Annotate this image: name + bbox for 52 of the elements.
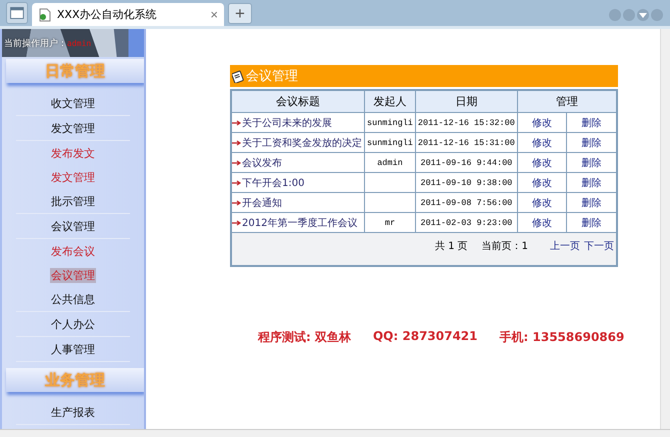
new-tab-button[interactable]: + xyxy=(228,3,252,24)
date-text: 2011-09-16 9:44:00 xyxy=(420,158,512,168)
user-label: 当前操作用户： xyxy=(4,38,67,50)
menu-item[interactable]: 会议管理 xyxy=(50,218,96,234)
arrow-icon xyxy=(232,160,242,166)
date-text: 2011-02-03 9:23:00 xyxy=(420,218,512,228)
meeting-title-link[interactable]: 开会通知 xyxy=(242,198,282,208)
arrow-icon xyxy=(232,220,242,226)
menu-item[interactable]: 个人办公 xyxy=(50,316,96,332)
date-text: 2011-09-08 7:56:00 xyxy=(420,198,512,208)
page-count: 共 1 页 xyxy=(434,241,468,252)
panel-title: 会议管理 xyxy=(246,68,298,85)
window-icon[interactable] xyxy=(6,2,28,24)
menu-item[interactable]: 公共信息 xyxy=(50,292,96,306)
column-header: 日期 xyxy=(415,90,518,112)
initiator-text: sunmingli xyxy=(367,118,413,128)
menu-item[interactable]: 发文管理 xyxy=(50,170,96,184)
arrow-icon xyxy=(232,120,242,126)
navigation-icon[interactable] xyxy=(608,8,664,22)
horizontal-scrollbar[interactable] xyxy=(0,429,670,437)
arrow-icon xyxy=(232,140,242,146)
meeting-title-link[interactable]: 会议发布 xyxy=(242,158,282,168)
date-text: 2011-09-10 9:38:00 xyxy=(420,178,512,188)
initiator-text: mr xyxy=(384,218,396,228)
next-page-link[interactable]: 下一页 xyxy=(584,241,614,252)
credit-text: 程序测试: 双鱼林 xyxy=(258,329,351,346)
vertical-scrollbar[interactable] xyxy=(660,29,670,429)
column-header: 管理 xyxy=(517,90,617,112)
arrow-icon xyxy=(232,180,242,186)
previous-page-link[interactable]: 上一页 xyxy=(550,241,580,252)
menu-item[interactable]: 发布会议 xyxy=(50,244,96,258)
menu-item[interactable]: 发布发文 xyxy=(50,146,96,160)
page-icon xyxy=(38,8,52,22)
menu-item[interactable]: 批示管理 xyxy=(50,194,96,208)
notepad-icon xyxy=(232,70,244,82)
date-text: 2011-12-16 15:31:00 xyxy=(418,138,515,148)
credit-text: 手机: 13558690869 xyxy=(500,329,624,346)
initiator-text: sunmingli xyxy=(367,138,413,148)
initiator-text: admin xyxy=(377,158,403,168)
credit-text: QQ: 287307421 xyxy=(372,329,478,345)
menu-item[interactable]: 人事管理 xyxy=(50,342,96,356)
arrow-icon xyxy=(232,200,242,206)
menu-item[interactable]: 生产报表 xyxy=(50,404,96,420)
column-header: 发起人 xyxy=(364,90,416,112)
current-page: 当前页：1 xyxy=(482,241,528,252)
date-text: 2011-12-16 15:32:00 xyxy=(418,118,515,128)
menu-item[interactable]: 发文管理 xyxy=(50,120,96,136)
column-header: 会议标题 xyxy=(231,90,364,112)
user-name: admin xyxy=(67,39,92,48)
menu-item[interactable]: 收文管理 xyxy=(50,96,96,110)
browser-tab[interactable]: XXX办公自动化系统 × xyxy=(32,3,224,26)
close-tab-button[interactable]: × xyxy=(210,7,218,22)
